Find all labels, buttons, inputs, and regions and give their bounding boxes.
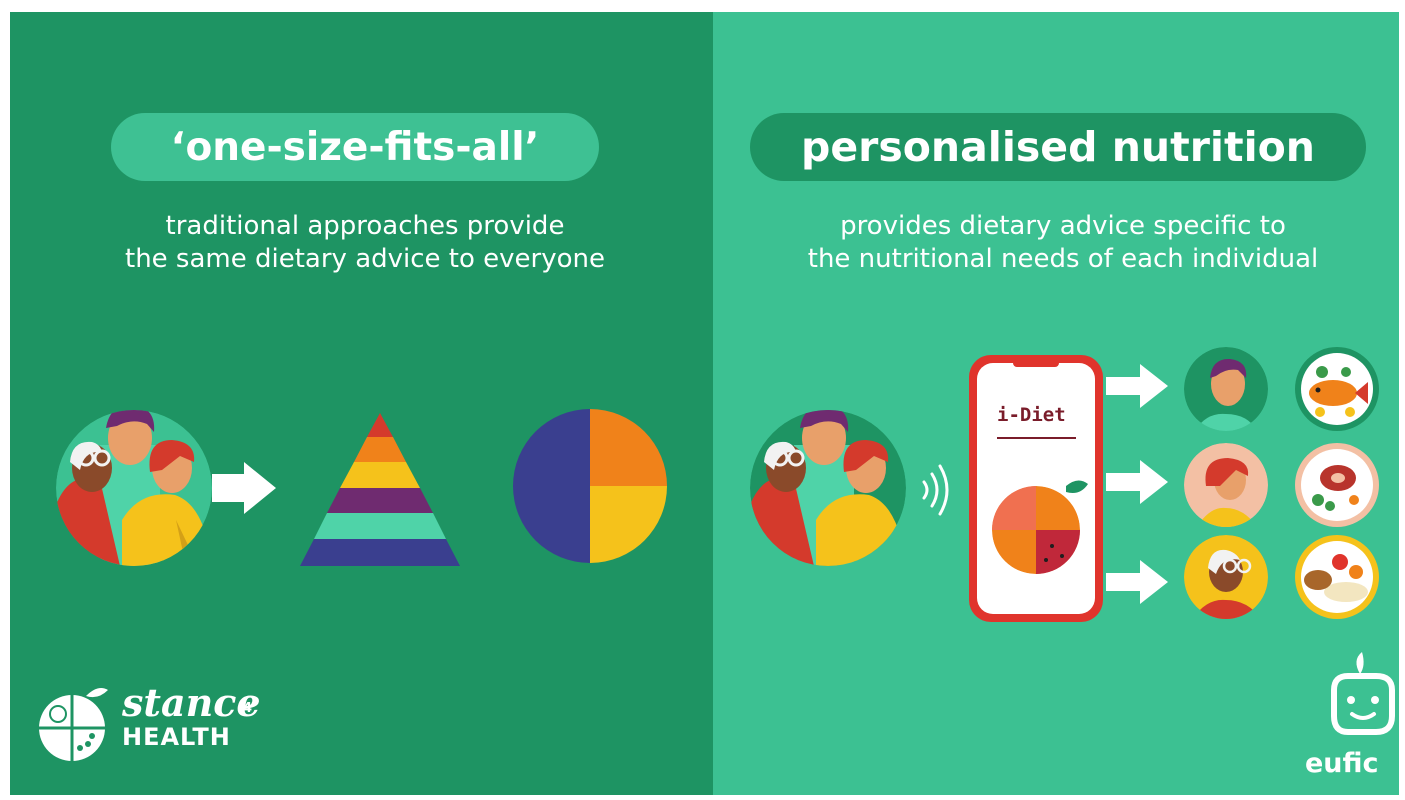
wireless-signal-icon: [922, 464, 949, 516]
eufic-logo-text: eufic: [1305, 748, 1379, 779]
person-man-icon: [1184, 347, 1268, 431]
stance4health-logo-icon: [39, 688, 108, 761]
stance-logo-word: HEALTH: [122, 723, 231, 751]
fish-plate-icon: [1295, 347, 1379, 431]
person-elder-icon: [1184, 535, 1268, 619]
fruit-mix-icon: [992, 486, 1080, 574]
person-woman-icon: [1184, 443, 1268, 527]
stance-logo-number: 4: [243, 701, 253, 716]
eufic-logo-icon: [1331, 652, 1395, 735]
right-arrow-icon: [212, 462, 276, 514]
steak-plate-icon: [1295, 443, 1379, 527]
chicken-plate-icon: [1295, 535, 1379, 619]
right-arrow-icon: [1106, 560, 1168, 604]
smartphone-icon: [969, 355, 1103, 622]
stance4health-logo: stance 4 HEALTH: [122, 680, 261, 752]
stance-logo-script: stance: [122, 680, 261, 725]
people-group-icon: [56, 410, 212, 566]
food-pyramid-icon: [300, 413, 460, 566]
infographic: ‘one-size-fits-all’ traditional approach…: [0, 0, 1405, 800]
right-arrow-icon: [1106, 364, 1168, 408]
app-name: i-Diet: [997, 404, 1066, 426]
people-group-icon: [750, 410, 906, 566]
food-plate-icon: [513, 409, 667, 563]
right-arrow-icon: [1106, 460, 1168, 504]
